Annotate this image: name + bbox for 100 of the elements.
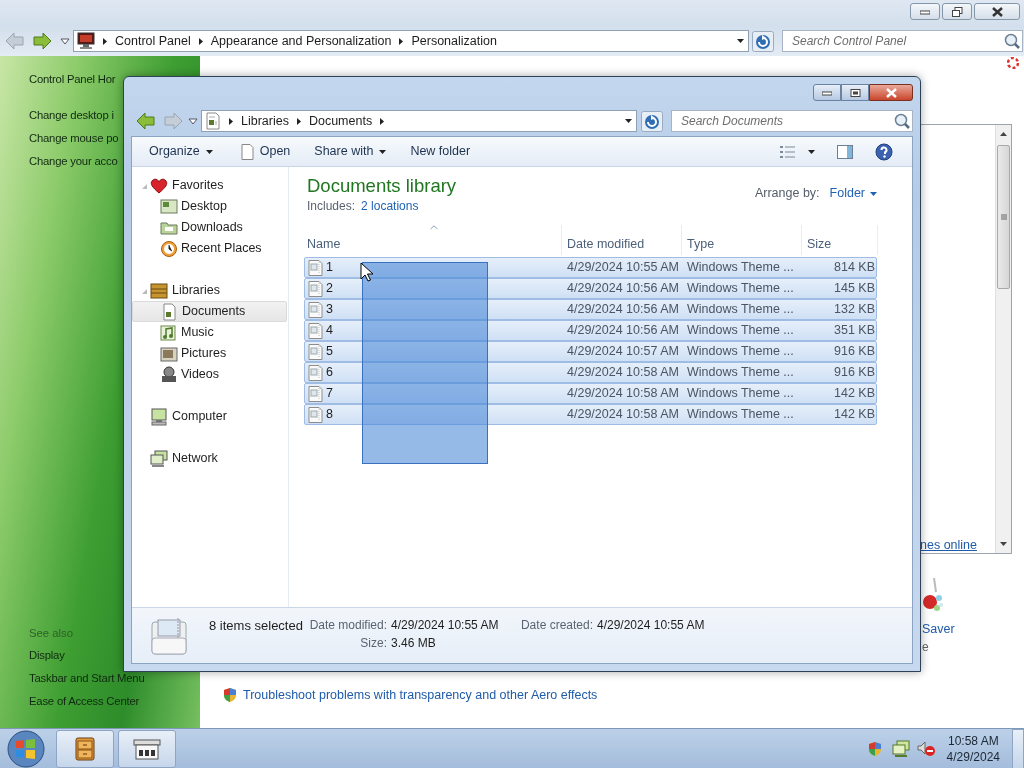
file-row[interactable]: 8 4/29/2024 10:58 AM Windows Theme ... 142 KB — [304, 404, 877, 426]
preview-pane-icon[interactable] — [837, 144, 853, 159]
shield-icon — [222, 687, 238, 703]
file-row[interactable]: 4 4/29/2024 10:56 AM Windows Theme ... 351 KB — [304, 320, 877, 342]
nav-item[interactable]: Downloads — [132, 217, 288, 238]
breadcrumb-link[interactable]: Documents — [308, 113, 373, 129]
nav-item[interactable]: Music — [132, 322, 288, 343]
breadcrumb-arrow-icon[interactable] — [296, 117, 301, 125]
scroll-down-icon[interactable] — [999, 541, 1008, 547]
search-field[interactable]: Search Documents — [671, 110, 913, 132]
nav-item[interactable]: Computer — [132, 406, 288, 427]
refresh-icon[interactable] — [752, 30, 774, 52]
caret-icon[interactable] — [808, 149, 815, 154]
sidebar-link[interactable]: Change desktop i — [29, 104, 114, 127]
screen-saver-link[interactable]: Saver — [922, 622, 1012, 637]
nav-item[interactable]: Pictures — [132, 343, 288, 364]
breadcrumb-link[interactable]: Appearance and Personalization — [210, 33, 392, 49]
detail-label: Date created: — [519, 617, 594, 634]
dropdown-icon[interactable] — [188, 117, 198, 125]
view-list-icon[interactable] — [780, 144, 795, 159]
help-icon[interactable] — [875, 142, 893, 161]
search-icon[interactable] — [1004, 33, 1020, 49]
sidebar-link[interactable]: Ease of Access Center — [29, 690, 140, 713]
breadcrumb-arrow-icon[interactable] — [229, 117, 233, 125]
sidebar-link[interactable]: Change mouse po — [29, 127, 119, 150]
network-icon[interactable] — [891, 739, 910, 758]
breadcrumb-arrow-icon[interactable] — [103, 37, 107, 45]
restore-icon[interactable] — [951, 6, 963, 17]
taskbar-button[interactable] — [118, 729, 176, 768]
maximize-button[interactable] — [841, 84, 869, 101]
nav-item[interactable]: Videos — [132, 364, 288, 385]
dropdown-caret-icon[interactable] — [737, 39, 744, 43]
column-header[interactable]: Date modified — [562, 225, 682, 256]
address-bar[interactable]: Control Panel Appearance and Personalization Personalization — [73, 30, 749, 52]
file-cabinet-icon[interactable] — [72, 735, 98, 762]
back-arrow-icon[interactable] — [136, 112, 156, 130]
column-header[interactable]: Name — [304, 225, 562, 256]
search-icon[interactable] — [894, 113, 910, 129]
nav-item[interactable]: Recent Places — [132, 238, 288, 259]
close-button[interactable] — [869, 84, 913, 101]
minimize-icon[interactable] — [822, 89, 832, 96]
sidebar-link[interactable]: Display — [29, 644, 65, 667]
forward-arrow-icon[interactable] — [33, 32, 53, 50]
toolbar-button[interactable]: Open — [233, 139, 298, 164]
file-row[interactable]: 2 4/29/2024 10:56 AM Windows Theme ... 145 KB — [304, 278, 877, 300]
scroll-up-icon[interactable] — [999, 131, 1008, 137]
refresh-icon[interactable] — [641, 110, 663, 132]
flag-icon[interactable] — [866, 740, 883, 757]
show-desktop-button[interactable] — [1012, 728, 1024, 768]
search-field[interactable]: Search Control Panel — [782, 30, 1023, 52]
help-icon[interactable] — [1007, 57, 1019, 69]
sidebar-link[interactable]: Change your acco — [29, 150, 118, 173]
breadcrumb-arrow-icon[interactable] — [380, 117, 385, 125]
volume-muted-icon[interactable] — [916, 740, 935, 757]
nav-item[interactable]: Documents — [132, 301, 287, 322]
locations-link[interactable]: 2 locations — [361, 199, 419, 214]
nav-item[interactable]: Desktop — [132, 196, 288, 217]
caret-icon[interactable] — [870, 191, 877, 196]
control-panel-icon[interactable] — [132, 736, 162, 761]
column-header[interactable]: Type — [682, 225, 802, 256]
close-icon[interactable] — [991, 6, 1003, 17]
file-row[interactable]: 3 4/29/2024 10:56 AM Windows Theme ... 132 KB — [304, 299, 877, 321]
sidebar-link[interactable]: Control Panel Hor — [29, 68, 116, 91]
type-cell-text: Windows Theme ... — [686, 386, 795, 402]
close-button[interactable] — [974, 3, 1020, 20]
toolbar-button[interactable]: Organize — [142, 139, 220, 164]
detail-value: 4/29/2024 10:55 AM — [597, 617, 706, 634]
troubleshoot-link[interactable]: Troubleshoot problems with transparency and other Aero effects — [243, 687, 598, 703]
maximize-icon[interactable] — [849, 88, 861, 97]
clock-date[interactable]: 4/29/2024 — [946, 748, 1000, 765]
search-input[interactable]: Search Documents — [679, 112, 894, 130]
file-row[interactable]: 7 4/29/2024 10:58 AM Windows Theme ... 142 KB — [304, 383, 877, 405]
nav-item[interactable]: Favorites — [132, 175, 288, 196]
grip-icon[interactable] — [1000, 214, 1007, 220]
restore-button[interactable] — [942, 3, 972, 20]
search-input[interactable]: Search Control Panel — [790, 32, 1004, 50]
nav-item[interactable]: Network — [132, 448, 288, 469]
file-row[interactable]: 5 4/29/2024 10:57 AM Windows Theme ... 916 KB — [304, 341, 877, 363]
dropdown-icon[interactable] — [60, 37, 70, 45]
address-bar[interactable]: Libraries Documents — [201, 110, 637, 132]
sidebar-link[interactable]: Taskbar and Start Menu — [29, 667, 145, 690]
nav-item[interactable]: Libraries — [132, 280, 288, 301]
breadcrumb-arrow-icon[interactable] — [198, 37, 203, 45]
arrange-by-dropdown[interactable]: Folder — [829, 186, 877, 201]
toolbar-button[interactable]: New folder — [403, 139, 478, 164]
file-row[interactable]: 6 4/29/2024 10:58 AM Windows Theme ... 916 KB — [304, 362, 877, 384]
minimize-icon[interactable] — [920, 8, 930, 15]
breadcrumb-link[interactable]: Personalization — [411, 33, 497, 49]
breadcrumb-arrow-icon[interactable] — [399, 37, 404, 45]
file-row[interactable]: 1 4/29/2024 10:55 AM Windows Theme ... 814 KB — [304, 257, 877, 279]
online-themes-link[interactable]: nes online — [920, 538, 977, 553]
scrollbar[interactable] — [995, 125, 1011, 553]
column-header[interactable]: Size — [802, 225, 878, 256]
dropdown-caret-icon[interactable] — [625, 119, 632, 123]
clock-time[interactable]: 10:58 AM — [946, 732, 1000, 749]
toolbar-button[interactable]: Share with — [307, 139, 394, 164]
breadcrumb-link[interactable]: Control Panel — [115, 33, 191, 49]
breadcrumb-link[interactable]: Libraries — [241, 113, 289, 129]
screen-saver-icon[interactable] — [922, 578, 944, 614]
scrollbar-thumb[interactable] — [997, 145, 1010, 289]
